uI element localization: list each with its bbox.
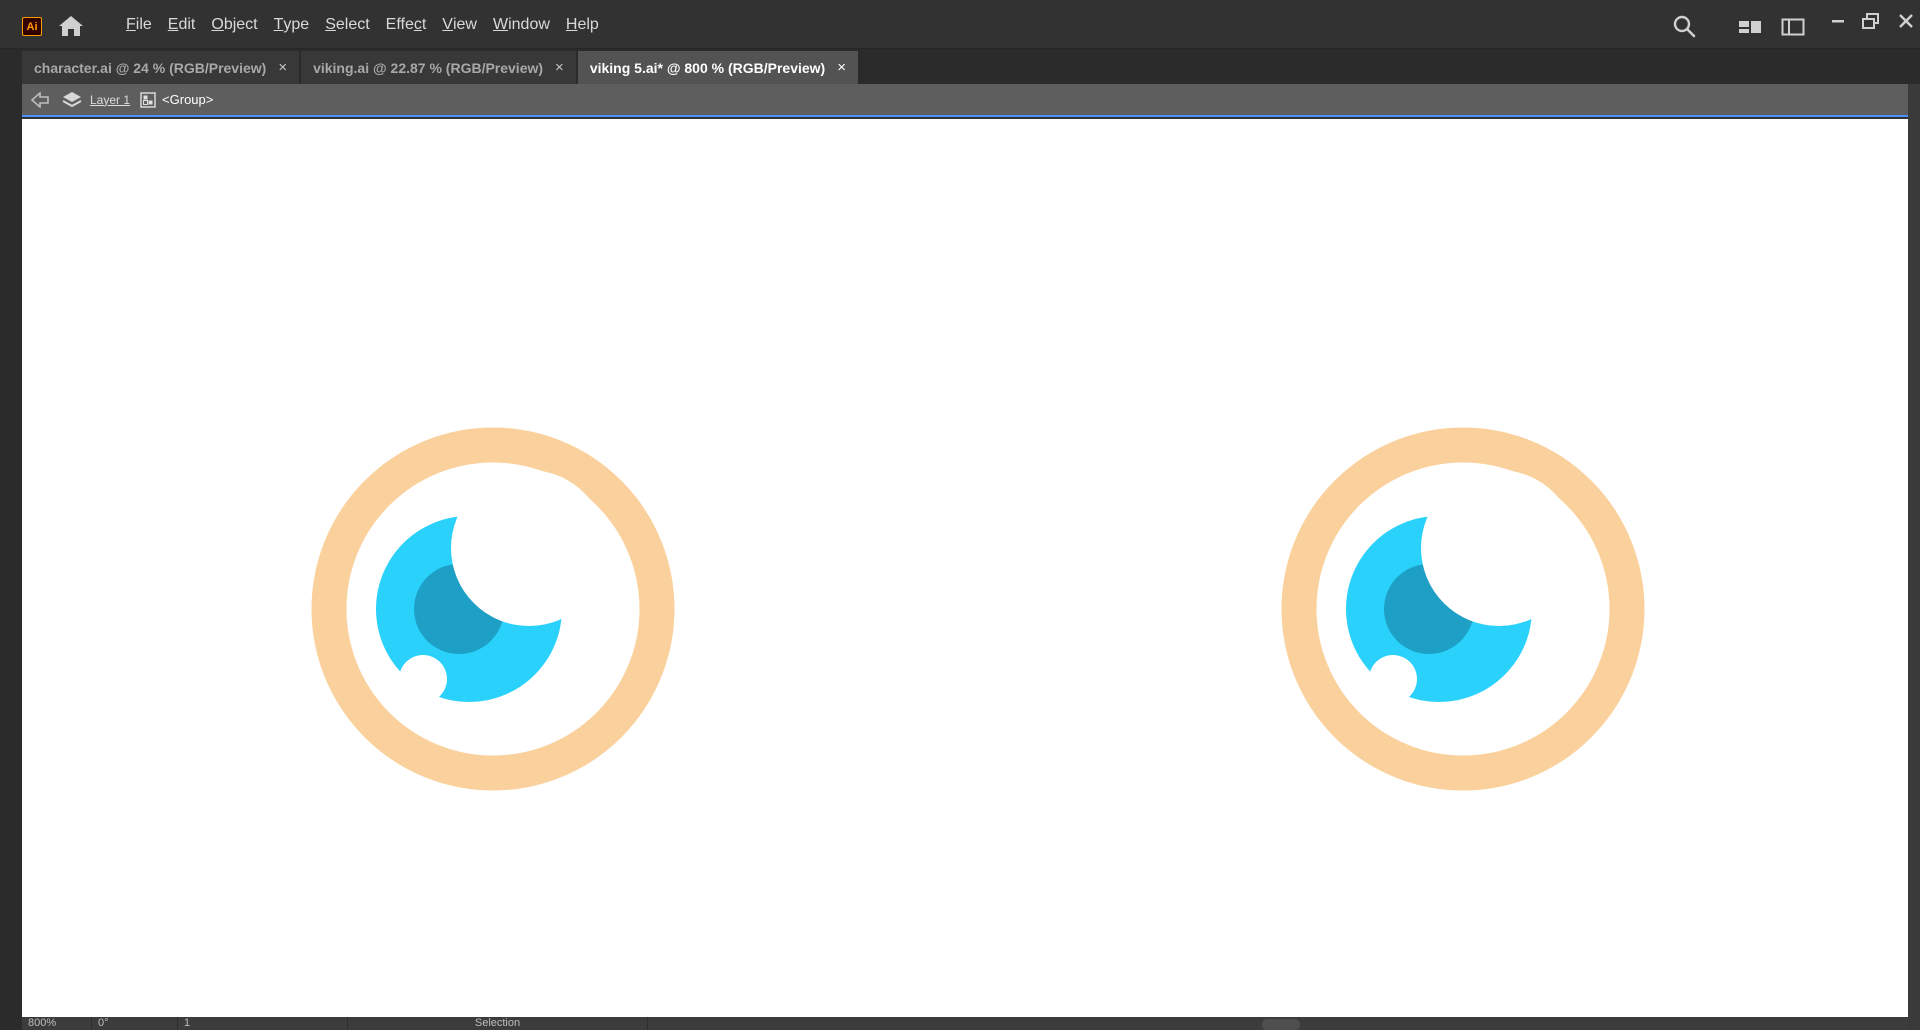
- minimize-icon[interactable]: [1829, 12, 1847, 30]
- tab-close-icon[interactable]: ×: [837, 59, 846, 76]
- tool-strip: [0, 49, 22, 1030]
- menu-object[interactable]: Object: [203, 0, 265, 49]
- tab-viking-5[interactable]: viking 5.ai* @ 800 % (RGB/Preview) ×: [577, 51, 859, 84]
- eye-highlight-large: [451, 470, 607, 626]
- menu-select[interactable]: Select: [317, 0, 377, 49]
- close-icon[interactable]: [1896, 11, 1916, 31]
- breadcrumb-layer[interactable]: Layer 1: [90, 93, 130, 107]
- tab-label: character.ai @ 24 % (RGB/Preview): [34, 59, 267, 76]
- back-arrow-icon[interactable]: [30, 91, 50, 108]
- horizontal-scroll-thumb[interactable]: [1262, 1019, 1300, 1030]
- tab-close-icon[interactable]: ×: [278, 59, 287, 76]
- app-logo: Ai: [22, 17, 42, 36]
- rotation-field[interactable]: 0°: [92, 1017, 178, 1030]
- zoom-field[interactable]: 800%: [22, 1017, 92, 1030]
- tab-label: viking.ai @ 22.87 % (RGB/Preview): [313, 59, 544, 76]
- eye-highlight-large: [1421, 470, 1577, 626]
- tab-close-icon[interactable]: ×: [555, 59, 564, 76]
- eye-highlight-small: [399, 655, 447, 703]
- workspace-switcher-icon[interactable]: [1781, 18, 1805, 36]
- menu-view[interactable]: View: [434, 0, 485, 49]
- document-tab-bar: character.ai @ 24 % (RGB/Preview) × viki…: [22, 49, 1920, 84]
- illustrator-window: Ai File Edit Object Type Select Effe c t V…: [0, 0, 1920, 1030]
- restore-icon[interactable]: [1861, 12, 1881, 30]
- menu-file[interactable]: File: [118, 0, 160, 49]
- tab-viking[interactable]: viking.ai @ 22.87 % (RGB/Preview) ×: [301, 51, 577, 84]
- eye-artwork-right[interactable]: [1281, 427, 1645, 791]
- menu-bar: Ai File Edit Object Type Select Effe c t V…: [0, 0, 1920, 49]
- breadcrumb-group[interactable]: <Group>: [162, 92, 213, 107]
- current-tool-readout[interactable]: Selection: [348, 1017, 648, 1030]
- menu-help[interactable]: Help: [558, 0, 607, 49]
- home-icon[interactable]: [58, 14, 84, 38]
- layers-icon: [62, 91, 82, 107]
- eye-artwork-left[interactable]: [311, 427, 675, 791]
- tab-label: viking 5.ai* @ 800 % (RGB/Preview): [589, 59, 826, 76]
- menu-window[interactable]: Window: [485, 0, 558, 49]
- menu-effect[interactable]: Effe c t: [378, 0, 435, 49]
- artboard-navigator[interactable]: 1: [178, 1017, 348, 1030]
- menu-list: File Edit Object Type Select Effe c t View…: [118, 0, 607, 49]
- tab-character[interactable]: character.ai @ 24 % (RGB/Preview) ×: [22, 51, 301, 84]
- artboard-canvas[interactable]: [22, 119, 1908, 1017]
- search-icon[interactable]: [1672, 14, 1696, 38]
- eye-highlight-small: [1369, 655, 1417, 703]
- vertical-scrollbar[interactable]: [1908, 84, 1920, 1030]
- isolation-mode-bar: Layer 1 <Group>: [22, 84, 1908, 117]
- menu-edit[interactable]: Edit: [160, 0, 204, 49]
- menu-type[interactable]: Type: [266, 0, 318, 49]
- arrange-documents-icon[interactable]: [1738, 18, 1762, 36]
- status-bar: 800% 0° 1 Selection: [22, 1017, 1908, 1030]
- group-icon: [140, 91, 156, 108]
